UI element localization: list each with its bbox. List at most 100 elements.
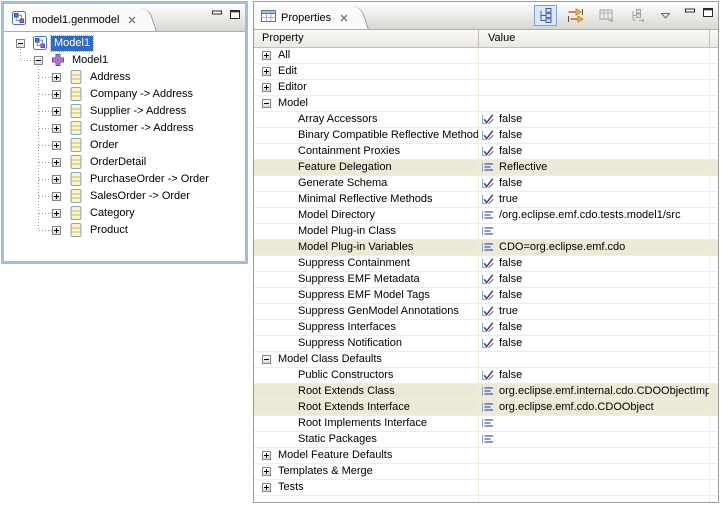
expand-toggle[interactable] bbox=[52, 158, 61, 167]
property-value-cell[interactable] bbox=[479, 224, 710, 239]
restore-default-table-icon[interactable] bbox=[595, 6, 620, 26]
expand-toggle[interactable] bbox=[52, 175, 61, 184]
property-name-cell[interactable]: Suppress Containment bbox=[254, 256, 479, 271]
property-value-cell[interactable]: org.eclipse.emf.cdo.CDOObject bbox=[479, 400, 710, 415]
expand-toggle[interactable] bbox=[262, 99, 271, 108]
property-row-model-feature-defaults[interactable]: Model Feature Defaults bbox=[254, 448, 718, 464]
tree-item-address[interactable]: Address bbox=[4, 69, 245, 86]
property-value-cell[interactable]: /org.eclipse.emf.cdo.tests.model1/src bbox=[479, 208, 710, 223]
property-row-binary-compatible-reflective-methods[interactable]: Binary Compatible Reflective Methodsfals… bbox=[254, 128, 718, 144]
show-categories-tree-icon[interactable] bbox=[534, 5, 557, 26]
property-row-suppress-genmodel-annotations[interactable]: Suppress GenModel Annotationstrue bbox=[254, 304, 718, 320]
property-value-cell[interactable]: false bbox=[479, 288, 710, 303]
expand-toggle[interactable] bbox=[262, 451, 271, 460]
expand-toggle[interactable] bbox=[52, 90, 61, 99]
expand-toggle[interactable] bbox=[262, 67, 271, 76]
property-value-cell[interactable]: false bbox=[479, 144, 710, 159]
expand-toggle[interactable] bbox=[52, 141, 61, 150]
property-name-cell[interactable]: Containment Proxies bbox=[254, 144, 479, 159]
property-name-cell[interactable]: Suppress Interfaces bbox=[254, 320, 479, 335]
property-value-cell[interactable]: CDO=org.eclipse.emf.cdo bbox=[479, 240, 710, 255]
property-name-cell[interactable]: Static Packages bbox=[254, 432, 479, 447]
close-icon[interactable] bbox=[340, 14, 348, 22]
property-value-cell[interactable]: Reflective bbox=[479, 160, 710, 175]
property-value-cell[interactable]: false bbox=[479, 320, 710, 335]
property-name-cell[interactable]: Model bbox=[254, 96, 479, 111]
property-row-editor[interactable]: Editor bbox=[254, 80, 718, 96]
tree-item-customer-address[interactable]: Customer -> Address bbox=[4, 120, 245, 137]
property-row-tests[interactable]: Tests bbox=[254, 480, 718, 496]
property-row-root-extends-class[interactable]: Root Extends Classorg.eclipse.emf.intern… bbox=[254, 384, 718, 400]
property-row-suppress-containment[interactable]: Suppress Containmentfalse bbox=[254, 256, 718, 272]
property-name-cell[interactable]: Edit bbox=[254, 64, 479, 79]
expand-toggle[interactable] bbox=[16, 39, 25, 48]
property-name-cell[interactable]: Editor bbox=[254, 80, 479, 95]
property-value-cell[interactable]: false bbox=[479, 368, 710, 383]
expand-toggle[interactable] bbox=[262, 355, 271, 364]
property-row-model-class-defaults[interactable]: Model Class Defaults bbox=[254, 352, 718, 368]
property-value-cell[interactable]: false bbox=[479, 336, 710, 351]
property-name-cell[interactable]: Binary Compatible Reflective Methods bbox=[254, 128, 479, 143]
maximize-icon[interactable] bbox=[703, 8, 713, 17]
property-row-feature-delegation[interactable]: Feature DelegationReflective bbox=[254, 160, 718, 176]
property-value-cell[interactable] bbox=[479, 48, 710, 63]
property-name-cell[interactable]: Model Directory bbox=[254, 208, 479, 223]
property-value-cell[interactable] bbox=[479, 480, 710, 495]
property-name-cell[interactable]: Model Plug-in Variables bbox=[254, 240, 479, 255]
expand-toggle[interactable] bbox=[52, 209, 61, 218]
view-menu-chevron-icon[interactable] bbox=[657, 10, 674, 22]
tree-item-salesorder-order[interactable]: SalesOrder -> Order bbox=[4, 188, 245, 205]
property-name-cell[interactable]: Tests bbox=[254, 480, 479, 495]
property-name-cell[interactable]: All bbox=[254, 48, 479, 63]
property-name-cell[interactable]: Array Accessors bbox=[254, 112, 479, 127]
minimize-icon[interactable] bbox=[685, 8, 695, 17]
property-row-static-packages[interactable]: Static Packages bbox=[254, 432, 718, 448]
property-row-all[interactable]: All bbox=[254, 48, 718, 64]
property-value-cell[interactable]: false bbox=[479, 256, 710, 271]
expand-toggle[interactable] bbox=[262, 467, 271, 476]
property-value-cell[interactable]: false bbox=[479, 272, 710, 287]
tree-item-supplier-address[interactable]: Supplier -> Address bbox=[4, 103, 245, 120]
property-row-suppress-emf-metadata[interactable]: Suppress EMF Metadatafalse bbox=[254, 272, 718, 288]
expand-toggle[interactable] bbox=[34, 56, 43, 65]
property-row-public-constructors[interactable]: Public Constructorsfalse bbox=[254, 368, 718, 384]
minimize-icon[interactable] bbox=[212, 10, 222, 19]
property-row-suppress-interfaces[interactable]: Suppress Interfacesfalse bbox=[254, 320, 718, 336]
property-value-cell[interactable] bbox=[479, 416, 710, 431]
property-name-cell[interactable]: Suppress EMF Metadata bbox=[254, 272, 479, 287]
property-value-cell[interactable] bbox=[479, 352, 710, 367]
property-value-cell[interactable] bbox=[479, 96, 710, 111]
property-row-root-implements-interface[interactable]: Root Implements Interface bbox=[254, 416, 718, 432]
property-name-cell[interactable]: Feature Delegation bbox=[254, 160, 479, 175]
expand-toggle[interactable] bbox=[262, 83, 271, 92]
property-name-cell[interactable]: Root Implements Interface bbox=[254, 416, 479, 431]
show-advanced-arrows-icon[interactable] bbox=[563, 5, 589, 26]
property-value-cell[interactable]: false bbox=[479, 128, 710, 143]
maximize-icon[interactable] bbox=[230, 10, 240, 19]
close-icon[interactable] bbox=[128, 16, 136, 24]
property-row-model-plug-in-variables[interactable]: Model Plug-in VariablesCDO=org.eclipse.e… bbox=[254, 240, 718, 256]
property-name-cell[interactable]: Templates & Merge bbox=[254, 464, 479, 479]
property-name-cell[interactable]: Model Class Defaults bbox=[254, 352, 479, 367]
editor-tab-model1-genmodel[interactable]: model1.genmodel bbox=[4, 8, 142, 31]
property-row-containment-proxies[interactable]: Containment Proxiesfalse bbox=[254, 144, 718, 160]
expand-toggle[interactable] bbox=[262, 51, 271, 60]
tree-item-category[interactable]: Category bbox=[4, 205, 245, 222]
property-value-cell[interactable]: false bbox=[479, 112, 710, 127]
property-name-cell[interactable]: Root Extends Interface bbox=[254, 400, 479, 415]
expand-toggle[interactable] bbox=[262, 483, 271, 492]
property-name-cell[interactable]: Root Extends Class bbox=[254, 384, 479, 399]
tree-item-model1-package[interactable]: Model1 bbox=[4, 52, 245, 69]
property-name-cell[interactable]: Public Constructors bbox=[254, 368, 479, 383]
property-name-cell[interactable]: Minimal Reflective Methods bbox=[254, 192, 479, 207]
property-value-cell[interactable]: true bbox=[479, 192, 710, 207]
tree-item-purchaseorder-order[interactable]: PurchaseOrder -> Order bbox=[4, 171, 245, 188]
expand-toggle[interactable] bbox=[52, 107, 61, 116]
property-row-generate-schema[interactable]: Generate Schemafalse bbox=[254, 176, 718, 192]
property-row-model-directory[interactable]: Model Directory/org.eclipse.emf.cdo.test… bbox=[254, 208, 718, 224]
property-name-cell[interactable]: Generate Schema bbox=[254, 176, 479, 191]
property-value-cell[interactable]: true bbox=[479, 304, 710, 319]
expand-toggle[interactable] bbox=[52, 73, 61, 82]
property-row-root-extends-interface[interactable]: Root Extends Interfaceorg.eclipse.emf.cd… bbox=[254, 400, 718, 416]
property-row-array-accessors[interactable]: Array Accessorsfalse bbox=[254, 112, 718, 128]
